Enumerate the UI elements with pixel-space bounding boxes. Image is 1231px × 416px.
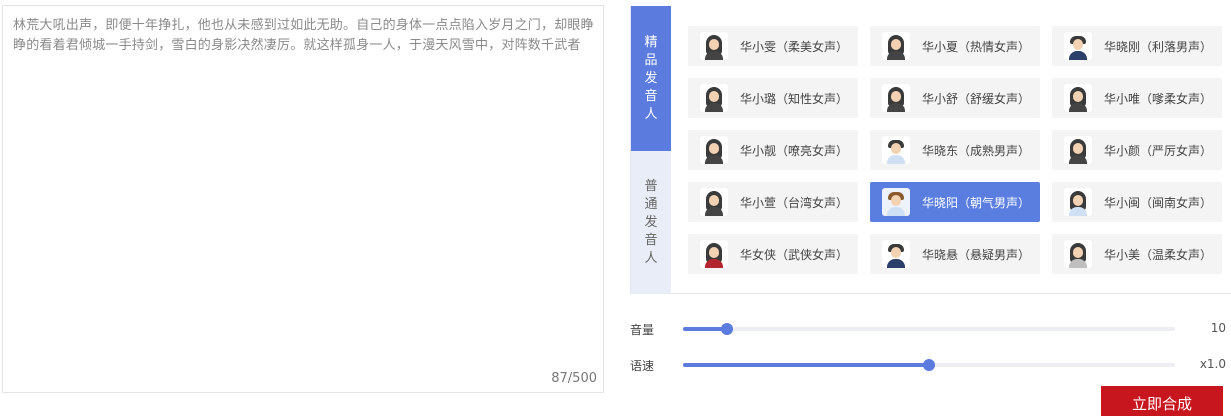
voice-label: 华小雯（柔美女声） [740,39,849,54]
female-avatar-icon [882,84,910,112]
voice-label: 华小靓（嘹亮女声） [740,143,849,158]
tab-normal-voices[interactable]: 普通发音人 [631,151,671,294]
female-avatar-icon [700,136,728,164]
voice-card-xiaomin[interactable]: 华小闽（闽南女声） [1052,182,1222,222]
female-avatar-icon [882,32,910,60]
tab-normal-label: 普通发音人 [644,178,658,266]
speed-label: 语速 [630,359,655,373]
volume-slider-handle[interactable] [721,323,734,335]
voice-label: 华小萱（台湾女声） [740,195,849,210]
voice-label: 华小夏（热情女声） [922,39,1031,54]
male-avatar-icon [882,240,910,268]
voice-label: 华晓悬（悬疑男声） [922,247,1031,262]
speed-slider-handle[interactable] [923,359,935,371]
volume-slider-track[interactable] [683,323,1175,335]
speed-value: x1.0 [1199,357,1226,371]
text-input-area[interactable]: 林荒大吼出声，即便十年挣扎，他也从未感到过如此无助。自己的身体一点点陷入岁月之门… [2,5,604,393]
volume-value: 10 [1210,321,1226,335]
speed-control: 语速 x1.0 [630,355,1231,375]
tab-premium-voices[interactable]: 精品发音人 [631,6,671,151]
voice-card-xiaoxuan-suspense[interactable]: 华晓悬（悬疑男声） [870,234,1040,274]
tab-premium-label: 精品发音人 [644,34,658,122]
synthesize-button[interactable]: 立即合成 [1101,386,1223,416]
voice-label: 华女侠（武侠女声） [740,247,849,262]
male-avatar-icon [882,136,910,164]
volume-label: 音量 [630,323,655,337]
voice-card-xiaolu[interactable]: 华小璐（知性女声） [688,78,858,118]
female-avatar-icon [700,32,728,60]
female-avatar-icon [700,188,728,216]
voice-label: 华小舒（舒缓女声） [922,91,1031,106]
voice-card-xiaoliang[interactable]: 华小靓（嘹亮女声） [688,130,858,170]
voice-card-xiaowei[interactable]: 华小唯（嗲柔女声） [1052,78,1222,118]
voice-card-xiaodong[interactable]: 华晓东（成熟男声） [870,130,1040,170]
voice-label: 华晓阳（朝气男声） [922,195,1031,210]
speed-slider-track[interactable] [683,359,1175,371]
female-avatar-icon [1064,84,1092,112]
voice-card-xiaoyan[interactable]: 华小颜（严厉女声） [1052,130,1222,170]
voice-label: 华小闽（闽南女声） [1104,195,1213,210]
voice-label: 华小美（温柔女声） [1104,247,1213,262]
voice-label: 华晓刚（利落男声） [1104,39,1213,54]
female-avatar-icon [1064,240,1092,268]
voice-label: 华小璐（知性女声） [740,91,849,106]
voice-panel: 精品发音人 普通发音人 华小雯（柔美女声） 华小夏（热情女声） 华晓刚（利落男声… [630,6,1231,294]
voice-card-xiaomei[interactable]: 华小美（温柔女声） [1052,234,1222,274]
female-avatar-icon [1064,136,1092,164]
char-counter: 87/500 [551,371,597,386]
speed-slider-fill [683,363,929,367]
voice-label: 华小唯（嗲柔女声） [1104,91,1213,106]
female-avatar-icon [700,240,728,268]
voice-card-xiaogang[interactable]: 华晓刚（利落男声） [1052,26,1222,66]
voice-label: 华小颜（严厉女声） [1104,143,1213,158]
voice-card-xiaoxia[interactable]: 华小夏（热情女声） [870,26,1040,66]
voice-card-nvxia[interactable]: 华女侠（武侠女声） [688,234,858,274]
input-text[interactable]: 林荒大吼出声，即便十年挣扎，他也从未感到过如此无助。自己的身体一点点陷入岁月之门… [13,16,595,56]
voice-label: 华晓东（成熟男声） [922,143,1031,158]
voice-card-xiaoxuan[interactable]: 华小萱（台湾女声） [688,182,858,222]
voice-card-xiaoshu[interactable]: 华小舒（舒缓女声） [870,78,1040,118]
female-avatar-icon [700,84,728,112]
male-avatar-icon [882,188,910,216]
voice-card-xiaoyang[interactable]: 华晓阳（朝气男声） [870,182,1040,222]
female-avatar-icon [1064,188,1092,216]
male-avatar-icon [1064,32,1092,60]
volume-control: 音量 10 [630,319,1231,339]
voice-card-xiaowen[interactable]: 华小雯（柔美女声） [688,26,858,66]
